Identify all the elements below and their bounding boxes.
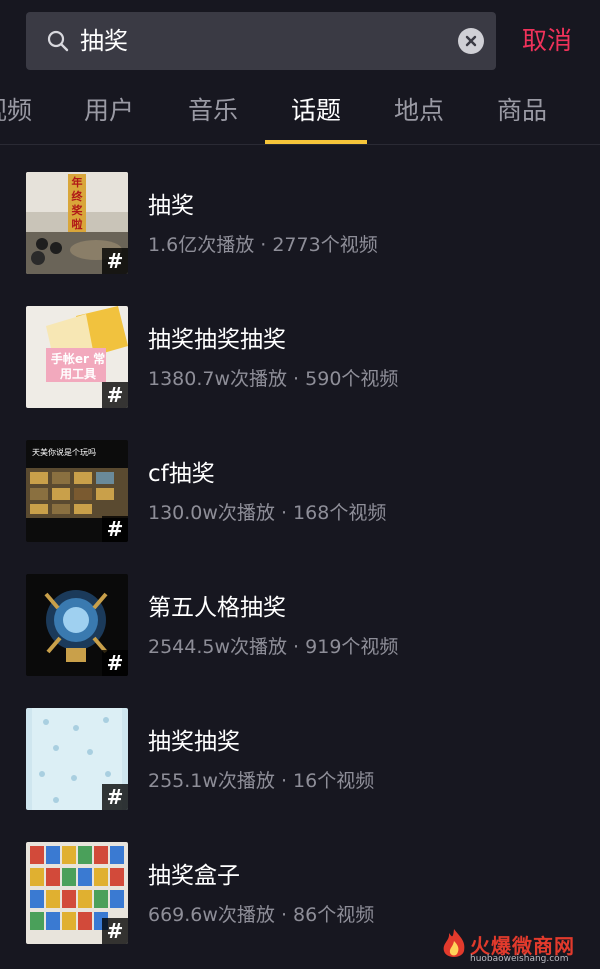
thumbnail-caption: 年终奖啦 [71,176,83,231]
flame-logo-icon [443,929,465,957]
topic-stats: 1380.7w次播放 · 590个视频 [148,368,399,390]
topic-title: 抽奖盒子 [148,863,240,889]
hashtag-icon: # [102,918,128,944]
search-input[interactable]: 抽奖 [80,12,128,70]
search-bar[interactable]: 抽奖 [26,12,496,70]
topic-thumbnail: 天美你说是个玩吗 # [26,440,128,542]
topic-item[interactable]: 手帐er 常用工具 # 抽奖抽奖抽奖 1380.7w次播放 · 590个视频 [0,306,600,440]
tab-products[interactable]: 商品 [497,82,547,140]
topic-thumbnail: 手帐er 常用工具 # [26,306,128,408]
topic-title: 抽奖抽奖抽奖 [148,327,286,353]
topic-item[interactable]: 天美你说是个玩吗 # cf抽奖 130.0w次播放 · 168个视频 [0,440,600,574]
clear-icon[interactable] [458,28,484,54]
topic-thumbnail: # [26,708,128,810]
tab-users[interactable]: 用户 [84,82,134,140]
thumbnail-caption: 手帐er 常用工具 [50,352,106,381]
hashtag-icon: # [102,650,128,676]
tab-topics[interactable]: 话题 [291,82,341,140]
topic-title: 第五人格抽奖 [148,595,286,621]
topic-item[interactable]: # 第五人格抽奖 2544.5w次播放 · 919个视频 [0,574,600,708]
active-tab-indicator [265,140,367,144]
watermark-url: huobaoweishang.com [470,954,569,964]
topic-item[interactable]: # 抽奖抽奖 255.1w次播放 · 16个视频 [0,708,600,842]
topic-stats: 2544.5w次播放 · 919个视频 [148,636,399,658]
topic-item[interactable]: 年终奖啦 # 抽奖 1.6亿次播放 · 2773个视频 [0,172,600,306]
topic-stats: 255.1w次播放 · 16个视频 [148,770,375,792]
topic-stats: 1.6亿次播放 · 2773个视频 [148,234,378,256]
topic-thumbnail: # [26,842,128,944]
tab-places[interactable]: 地点 [394,82,444,140]
tab-videos[interactable]: 视频 [0,82,32,140]
category-tabs: 视频 用户 音乐 话题 地点 商品 [0,82,600,145]
thumbnail-caption: 天美你说是个玩吗 [32,448,96,457]
topic-title: 抽奖抽奖 [148,729,240,755]
hashtag-icon: # [102,784,128,810]
tab-music[interactable]: 音乐 [188,82,238,140]
topic-thumbnail: # [26,574,128,676]
hashtag-icon: # [102,248,128,274]
hashtag-icon: # [102,516,128,542]
topic-thumbnail: 年终奖啦 # [26,172,128,274]
topic-title: 抽奖 [148,193,194,219]
topic-title: cf抽奖 [148,461,215,487]
search-icon [47,30,69,52]
hashtag-icon: # [102,382,128,408]
topic-stats: 130.0w次播放 · 168个视频 [148,502,387,524]
topic-stats: 669.6w次播放 · 86个视频 [148,904,375,926]
cancel-button[interactable]: 取消 [522,12,572,70]
search-results-page: 抽奖 取消 视频 用户 音乐 话题 地点 商品 [0,0,600,969]
